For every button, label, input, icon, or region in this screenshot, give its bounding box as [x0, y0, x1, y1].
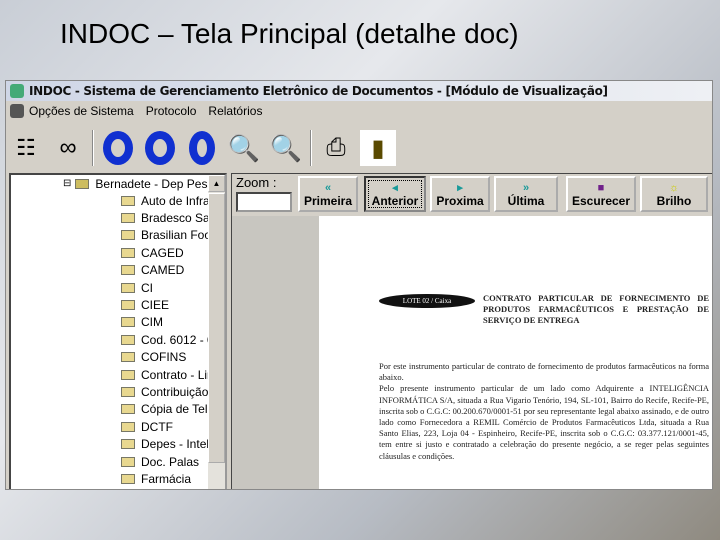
folder-icon: [121, 230, 135, 241]
tree-item-label: Cópia de Telegrama: [141, 402, 213, 417]
tree-item-label: Farmácia: [141, 471, 192, 486]
tree-item[interactable]: CAGED: [121, 244, 213, 261]
divider: [310, 130, 312, 166]
tree-item[interactable]: CIM: [121, 314, 213, 331]
app-icon: [10, 84, 24, 98]
flip-icon[interactable]: [184, 130, 220, 166]
tree-root-label: Bernadete - Dep Pessoal: [95, 176, 213, 191]
tree-item[interactable]: Brasilian Food: [121, 227, 213, 244]
folder-icon: [121, 473, 135, 484]
last-page-button[interactable]: » Última: [494, 176, 558, 212]
scroll-thumb[interactable]: [208, 193, 225, 463]
rotate-right-icon[interactable]: [142, 130, 178, 166]
tree-item[interactable]: Contribuição Sindical: [121, 383, 213, 400]
zoom-input[interactable]: [236, 192, 292, 212]
tree-item[interactable]: CIEE: [121, 296, 213, 313]
rotate-left-icon[interactable]: [100, 130, 136, 166]
tree-item-label: Auto de Infração: [141, 193, 213, 208]
folder-icon: [121, 352, 135, 363]
tree-item[interactable]: COFINS: [121, 349, 213, 366]
tree-item[interactable]: CI: [121, 279, 213, 296]
document-page: LOTE 02 / Caixa CONTRATO PARTICULAR DE F…: [319, 216, 712, 489]
tree-scrollbar[interactable]: ▲: [208, 175, 225, 489]
tree-item-label: CI: [141, 280, 153, 295]
menu-bar: Opções de Sistema Protocolo Relatórios: [6, 101, 712, 121]
menu-protocolo[interactable]: Protocolo: [146, 104, 197, 118]
document-stamp: LOTE 02 / Caixa: [379, 294, 475, 308]
folder-icon: [121, 386, 135, 397]
tree-icon[interactable]: ☷: [8, 130, 44, 166]
tree-item[interactable]: Cópia de Telegrama: [121, 401, 213, 418]
darken-button[interactable]: ■ Escurecer: [566, 176, 636, 212]
app-window: INDOC - Sistema de Gerenciamento Eletrôn…: [5, 80, 713, 490]
tree-item-label: CAMED: [141, 263, 185, 278]
tree-item[interactable]: Farmácia: [121, 470, 213, 487]
tree-item-label: Doc. Palas: [141, 454, 200, 469]
folder-icon: [121, 212, 135, 223]
tree-item[interactable]: CAMED: [121, 262, 213, 279]
tree-item-label: CAGED: [141, 245, 184, 260]
print-icon[interactable]: ⎙: [318, 130, 354, 166]
tree-item-label: Depes - Inteligência: [141, 437, 213, 452]
tree-item-label: COFINS: [141, 350, 187, 365]
divider: [92, 130, 94, 166]
menu-relatorios[interactable]: Relatórios: [208, 104, 262, 118]
folder-icon: [121, 456, 135, 467]
folder-tree[interactable]: ⊟Bernadete - Dep Pessoal Auto de Infraçã…: [9, 173, 227, 489]
tree-item-label: Bradesco Saúde: [141, 210, 213, 225]
folder-icon: [121, 404, 135, 415]
folder-icon: [121, 195, 135, 206]
zoom-label: Zoom :: [236, 175, 277, 190]
folder-icon: [121, 369, 135, 380]
document-body: Por este instrumento particular de contr…: [379, 361, 709, 462]
brighten-button[interactable]: ☼ Brilho: [640, 176, 708, 212]
zoom-out-icon[interactable]: 🔍: [268, 130, 304, 166]
tree-item[interactable]: Doc. Palas: [121, 453, 213, 470]
tree-item-label: DCTF: [141, 419, 173, 434]
tree-item[interactable]: DCTF: [121, 418, 213, 435]
zoom-in-icon[interactable]: 🔍: [226, 130, 262, 166]
tree-item[interactable]: Contrato - Liminar: [121, 366, 213, 383]
folder-icon: [121, 421, 135, 432]
window-title: INDOC - Sistema de Gerenciamento Eletrôn…: [29, 84, 608, 98]
tree-item-label: Brasilian Food: [141, 228, 213, 243]
tree-item-label: Contrato - Liminar: [141, 367, 213, 382]
document-heading: CONTRATO PARTICULAR DE FORNECIMENTO DE P…: [483, 293, 709, 325]
document-paragraph: Por este instrumento particular de contr…: [379, 361, 709, 383]
first-page-button[interactable]: «Primeira: [298, 176, 358, 212]
folder-icon: [121, 334, 135, 345]
viewer-panel: Zoom : «Primeira ◂ Anterior ▸ Proxima » Últ…: [231, 173, 712, 489]
menu-opcoes[interactable]: Opções de Sistema: [29, 104, 134, 118]
folder-icon: [121, 265, 135, 276]
slide-title: INDOC – Tela Principal (detalhe doc): [60, 18, 519, 49]
document-paragraph: Pelo presente instrumento particular de …: [379, 383, 710, 461]
folder-icon: [121, 247, 135, 258]
toolbar: ☷ ∞ 🔍 🔍 ⎙ ▮: [8, 125, 396, 171]
tree-item-label: CIM: [141, 315, 163, 330]
binoculars-icon[interactable]: ∞: [50, 130, 86, 166]
tree-item[interactable]: Depes - Inteligência: [121, 436, 213, 453]
tree-item[interactable]: Bradesco Saúde: [121, 209, 213, 226]
document-viewer[interactable]: LOTE 02 / Caixa CONTRATO PARTICULAR DE F…: [232, 216, 712, 489]
previous-page-button[interactable]: ◂ Anterior: [364, 176, 426, 212]
tree-item[interactable]: Cod. 6012 - 0220: [121, 331, 213, 348]
tree-item-label: Contribuição Sindical: [141, 384, 213, 399]
folder-icon: [121, 299, 135, 310]
scroll-up-arrow[interactable]: ▲: [208, 175, 225, 192]
tree-item-label: Cod. 6012 - 0220: [141, 332, 213, 347]
folder-icon: [121, 439, 135, 450]
next-page-button[interactable]: ▸ Proxima: [430, 176, 490, 212]
tree-root[interactable]: ⊟Bernadete - Dep Pessoal: [63, 175, 213, 192]
folder-icon: [121, 282, 135, 293]
menu-app-icon[interactable]: [10, 104, 24, 118]
tree-item-label: CIEE: [141, 297, 170, 312]
title-bar: INDOC - Sistema de Gerenciamento Eletrôn…: [6, 81, 712, 101]
folder-icon: [121, 317, 135, 328]
exit-icon[interactable]: ▮: [360, 130, 396, 166]
tree-item[interactable]: Auto de Infração: [121, 192, 213, 209]
